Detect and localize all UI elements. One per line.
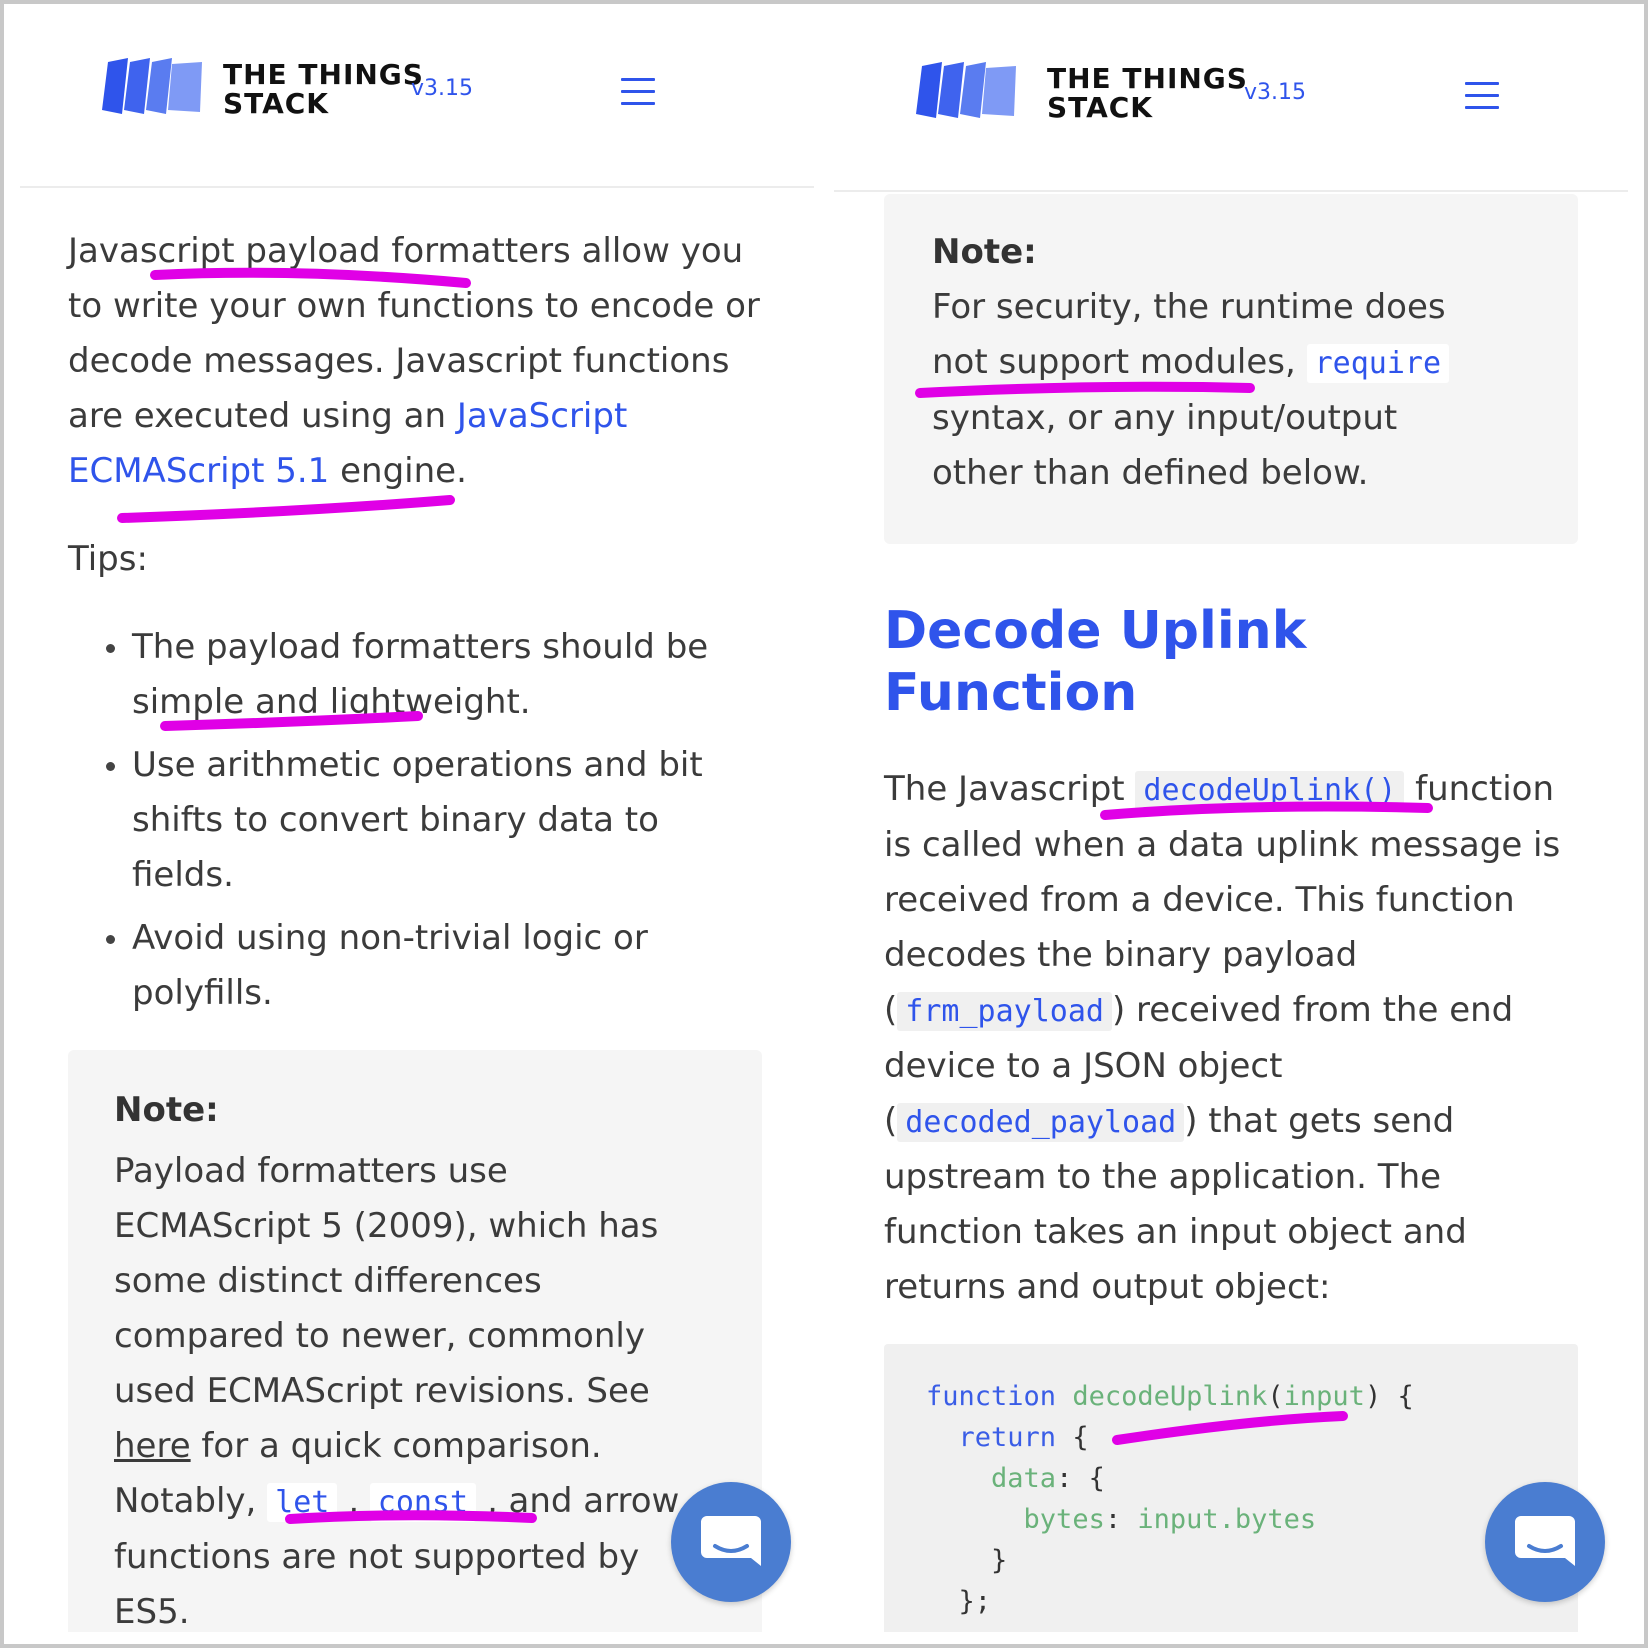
right-screenshot: THE THINGS STACK v3.15 Note: For securit… — [834, 4, 1628, 1632]
tips-list: The payload formatters should be simple … — [68, 620, 728, 1021]
note-text-part: syntax, or any input/output other than d… — [932, 398, 1398, 493]
hamburger-menu-icon[interactable] — [1465, 82, 1499, 109]
intro-suffix: engine. — [329, 451, 467, 491]
left-screenshot: THE THINGS STACK v3.15 Javascript payloa… — [20, 4, 814, 1632]
chat-icon — [1515, 1516, 1575, 1566]
version-label[interactable]: v3.15 — [411, 76, 473, 101]
code-value: input.bytes — [1137, 1504, 1317, 1535]
note-box: Note: For security, the runtime does not… — [884, 194, 1578, 544]
list-item: Avoid using non-trivial logic or polyfil… — [68, 911, 728, 1021]
chat-launcher-button[interactable] — [1485, 1482, 1605, 1602]
brand-name[interactable]: THE THINGS STACK — [223, 60, 424, 118]
note-separator: , — [337, 1481, 370, 1521]
decodeuplink-code: decodeUplink() — [1135, 771, 1405, 810]
brand-line-2: STACK — [1047, 91, 1154, 124]
header-divider — [834, 190, 1628, 192]
intro-text: Javascript payload formatters allow you … — [68, 231, 760, 436]
note-title: Note: — [114, 1090, 219, 1130]
code-content: function decodeUplink(input) { return { … — [884, 1344, 1578, 1622]
brand-line-1: THE THINGS — [223, 58, 424, 91]
decoded-payload-code: decoded_payload — [897, 1103, 1185, 1142]
list-item: Use arithmetic operations and bit shifts… — [68, 738, 728, 903]
note-text-part: Payload formatters use ECMAScript 5 (200… — [114, 1151, 659, 1411]
code-key: data — [991, 1463, 1057, 1494]
tips-label: Tips: — [68, 539, 148, 579]
para-text: The Javascript — [884, 769, 1136, 809]
brand-line-1: THE THINGS — [1047, 62, 1248, 95]
brand-name[interactable]: THE THINGS STACK — [1047, 64, 1248, 122]
hamburger-menu-icon[interactable] — [621, 78, 655, 105]
frm-payload-code: frm_payload — [897, 992, 1112, 1031]
code-block: function decodeUplink(input) { return { … — [884, 1344, 1578, 1632]
intro-paragraph: Javascript payload formatters allow you … — [68, 224, 768, 499]
code-punct: } — [991, 1545, 1008, 1576]
chat-launcher-button[interactable] — [671, 1482, 791, 1602]
code-punct: { — [1056, 1422, 1089, 1453]
brand-line-2: STACK — [223, 87, 330, 120]
code-punct: ) { — [1364, 1381, 1414, 1412]
require-code: require — [1306, 344, 1450, 383]
note-title: Note: — [932, 232, 1037, 272]
things-stack-logo-icon[interactable] — [912, 60, 1018, 118]
here-link[interactable]: here — [114, 1426, 191, 1466]
things-stack-logo-icon[interactable] — [98, 56, 204, 114]
code-function-name: decodeUplink — [1072, 1381, 1268, 1412]
list-item: The payload formatters should be simple … — [68, 620, 728, 730]
section-heading: Decode Uplink Function — [884, 601, 1307, 723]
code-key: bytes — [1023, 1504, 1105, 1535]
header-divider — [20, 186, 814, 188]
version-label[interactable]: v3.15 — [1244, 80, 1306, 105]
let-code: let — [267, 1483, 338, 1522]
code-keyword: function — [926, 1381, 1057, 1412]
chat-icon — [701, 1516, 761, 1566]
note-box: Note: Payload formatters use ECMAScript … — [68, 1050, 762, 1632]
code-punct: : — [1104, 1504, 1122, 1535]
const-code: const — [369, 1483, 477, 1522]
note-text: For security, the runtime does not suppo… — [932, 280, 1492, 501]
code-punct: ( — [1267, 1381, 1284, 1412]
decode-uplink-paragraph: The Javascript decodeUplink() function i… — [884, 762, 1584, 1315]
code-keyword: return — [958, 1422, 1057, 1453]
code-punct: : { — [1056, 1463, 1105, 1494]
code-punct: }; — [958, 1586, 992, 1617]
code-arg: input — [1283, 1381, 1365, 1412]
note-text: Payload formatters use ECMAScript 5 (200… — [114, 1144, 714, 1632]
